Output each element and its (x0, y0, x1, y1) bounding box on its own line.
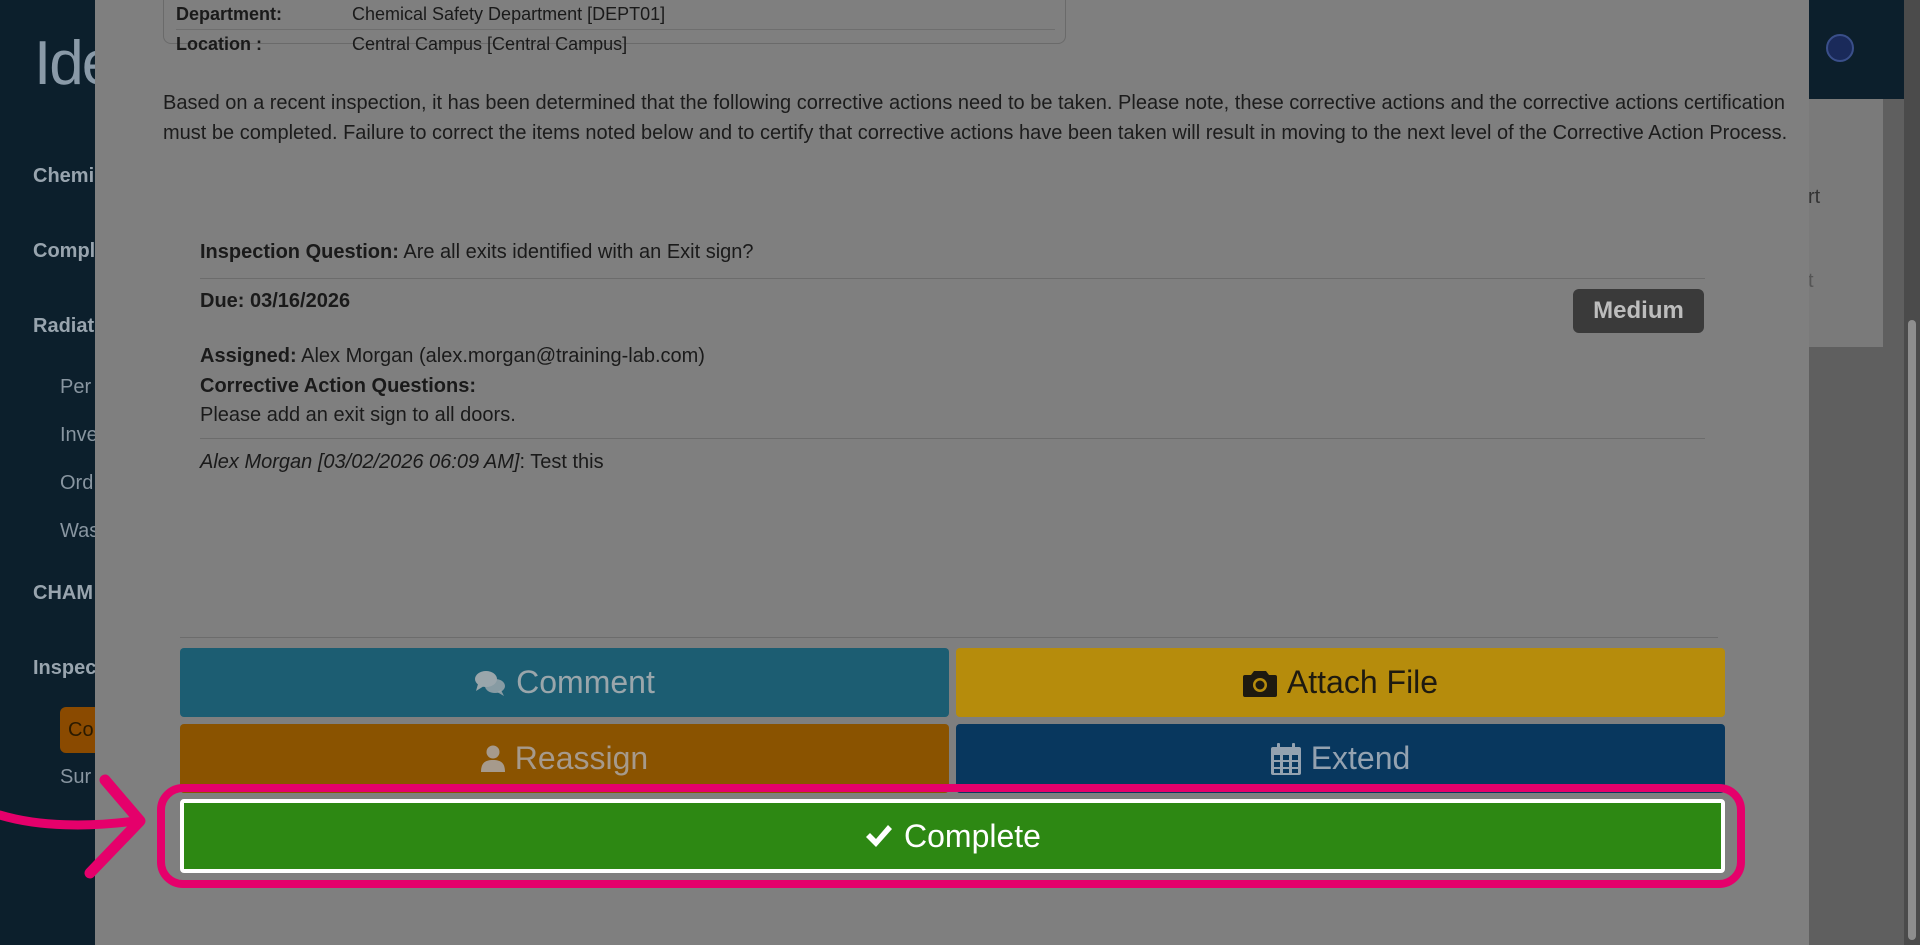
department-label: Department: (176, 4, 283, 24)
sidebar-subitem-active[interactable]: Co (60, 707, 100, 753)
question-label: Inspection Question: (200, 241, 399, 263)
corrective-action-questions-text: Please add an exit sign to all doors. (200, 404, 516, 426)
assigned: Assigned: Alex Morgan (alex.morgan@train… (200, 341, 705, 371)
sidebar-subitem-waste[interactable]: Was (60, 520, 99, 543)
attach-file-button-label: Attach File (1286, 664, 1439, 700)
info-table: Department: Chemical Safety Department [… (163, 0, 1066, 54)
pointer-arrow-icon (0, 774, 146, 879)
sidebar-subitem-orders[interactable]: Ord (60, 472, 93, 495)
question-text: Are all exits identified with an Exit si… (403, 241, 754, 263)
divider (200, 278, 1705, 279)
divider (200, 438, 1705, 439)
inspection-question: Inspection Question: Are all exits ident… (200, 238, 1705, 266)
complete-button[interactable]: Complete (180, 799, 1725, 873)
sidebar-item-compliance[interactable]: Compl (33, 240, 95, 263)
comment-button[interactable]: Comment (180, 648, 949, 717)
scrollbar-thumb[interactable] (1908, 320, 1916, 940)
sidebar-subitem-permits[interactable]: Per (60, 376, 91, 399)
background-card (1808, 99, 1883, 347)
priority-badge: Medium (1573, 289, 1704, 333)
location-row: Location : Central Campus [Central Campu… (176, 29, 1055, 59)
reassign-button-label: Reassign (514, 740, 649, 776)
location-label: Location : (176, 34, 262, 54)
department-value: Chemical Safety Department [DEPT01] (352, 4, 666, 24)
reassign-button[interactable]: Reassign (180, 724, 949, 793)
extend-button[interactable]: Extend (956, 724, 1725, 793)
extend-button-label: Extend (1310, 740, 1411, 776)
intro-text: Based on a recent inspection, it has bee… (163, 92, 1788, 144)
sidebar-item-radiation[interactable]: Radiat (33, 315, 94, 338)
location-value: Central Campus [Central Campus] (352, 34, 628, 54)
background-card-text: rt (1808, 186, 1821, 208)
camera-icon (1242, 670, 1277, 697)
divider (180, 637, 1718, 638)
comment-text: : Test this (519, 451, 604, 473)
due-date: Due: 03/16/2026 (200, 290, 351, 312)
assigned-text: Alex Morgan (alex.morgan@training-lab.co… (301, 345, 705, 367)
comments-icon (475, 670, 506, 696)
corrective-action-questions-label: Corrective Action Questions: (200, 375, 476, 397)
calendar-icon (1270, 742, 1301, 775)
assigned-label: Assigned: (200, 345, 297, 367)
sidebar-item-cham[interactable]: CHAM (33, 582, 93, 605)
corrective-action-modal: Department: Chemical Safety Department [… (95, 0, 1809, 945)
user-avatar-icon[interactable] (1826, 34, 1854, 62)
user-icon (480, 745, 505, 772)
complete-button-label: Complete (904, 817, 1041, 854)
checkmark-icon (866, 825, 893, 847)
sidebar-item-inspections[interactable]: Inspec (33, 657, 96, 680)
sidebar-subitem-inventory[interactable]: Inve (60, 424, 98, 447)
department-row: Department: Chemical Safety Department [… (176, 0, 1055, 30)
comment-entry: Alex Morgan [03/02/2026 06:09 AM]: Test … (200, 447, 604, 477)
comment-author: Alex Morgan [03/02/2026 06:09 AM] (200, 451, 520, 473)
sidebar-item-chemicals[interactable]: Chemi (33, 165, 94, 188)
comment-button-label: Comment (516, 664, 655, 700)
attach-file-button[interactable]: Attach File (956, 648, 1725, 717)
